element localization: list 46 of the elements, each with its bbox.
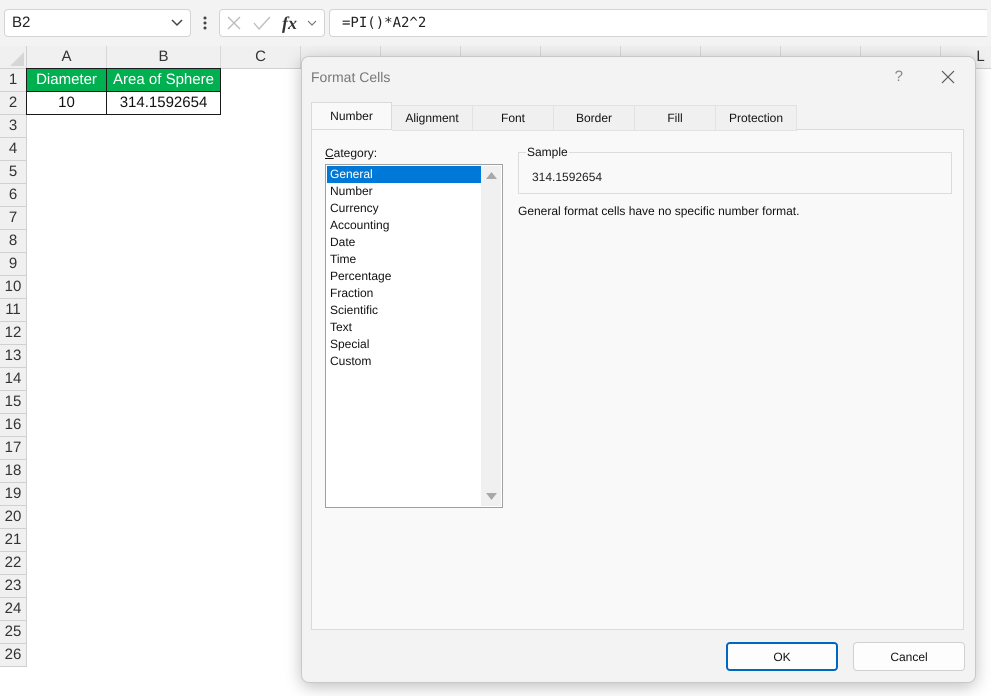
tab[interactable]: Number (311, 102, 392, 129)
list-item[interactable]: Date (327, 234, 481, 251)
column-header[interactable]: A (61, 46, 72, 68)
scroll-down-icon[interactable] (486, 493, 496, 500)
column-header[interactable]: L (976, 46, 985, 68)
table-cell: 10 (26, 92, 107, 115)
list-item[interactable]: Fraction (327, 285, 481, 302)
column-header[interactable]: C (255, 46, 266, 68)
list-item[interactable]: Number (327, 183, 481, 200)
list-item[interactable]: General (327, 166, 481, 183)
name-box[interactable]: B2 (4, 9, 191, 37)
check-icon[interactable] (252, 15, 272, 31)
formula-field[interactable]: =PI()*A2^2 (329, 9, 987, 37)
list-item[interactable]: Special (327, 336, 481, 353)
table-cell: Area of Sphere (107, 68, 221, 92)
select-all-icon[interactable] (10, 52, 24, 66)
caret-icon (171, 19, 183, 27)
list-item[interactable]: Scientific (327, 302, 481, 319)
table-cell: Diameter (26, 68, 107, 92)
category-label: Category: (325, 145, 378, 162)
sample-value: 314.1592654 (532, 169, 602, 186)
scroll-up-icon[interactable] (486, 172, 496, 179)
close-icon[interactable] (941, 70, 955, 84)
tab[interactable]: Protection (716, 105, 797, 131)
category-list[interactable]: General Number Currency Accounting Date Time Percentage Fraction Scientific Text Special Custom (325, 164, 503, 508)
list-item[interactable]: Custom (327, 353, 481, 370)
list-item[interactable]: Accounting (327, 217, 481, 234)
cancel-icon[interactable] (226, 15, 242, 31)
list-item[interactable]: Percentage (327, 268, 481, 285)
sample-legend: Sample (526, 144, 569, 160)
list-item[interactable]: Time (327, 251, 481, 268)
tab[interactable]: Border (554, 105, 635, 131)
insert-function-button[interactable]: fx (282, 14, 297, 32)
tab[interactable]: Alignment (392, 105, 473, 131)
list-item[interactable]: Currency (327, 200, 481, 217)
dialog-title: Format Cells (311, 68, 392, 86)
caret-icon[interactable] (307, 20, 317, 26)
list-item[interactable]: Text (327, 319, 481, 336)
format-description: General format cells have no specific number format. (518, 203, 800, 220)
tab[interactable]: Fill (635, 105, 716, 131)
tab[interactable]: Font (473, 105, 554, 131)
table-cell: 314.1592654 (107, 92, 221, 115)
scrollbar[interactable] (481, 166, 501, 506)
column-header[interactable]: B (158, 46, 168, 68)
dialog-button[interactable]: Cancel (853, 642, 965, 671)
dialog-button[interactable]: OK (726, 642, 838, 671)
